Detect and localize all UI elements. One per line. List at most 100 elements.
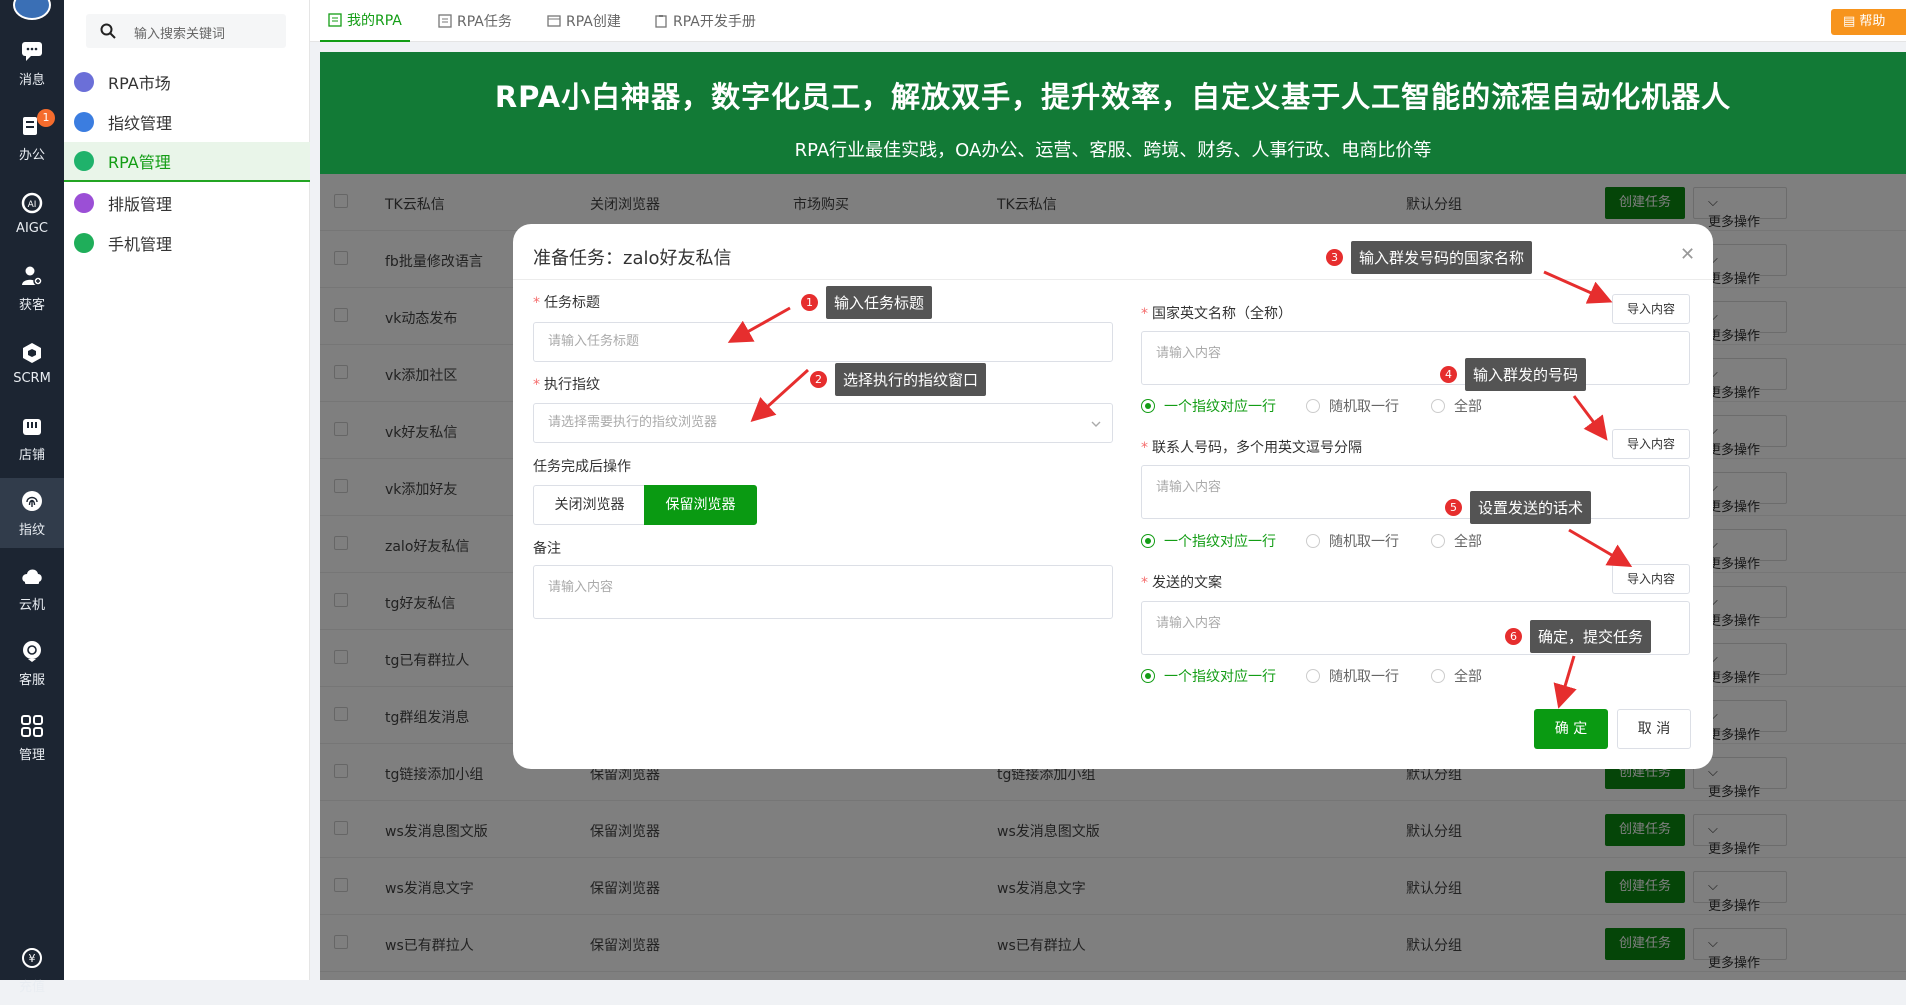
exec-fingerprint-label: * 执行指纹	[533, 377, 600, 393]
notification-badge: 1	[37, 109, 55, 127]
import-message-button[interactable]: 导入内容	[1612, 564, 1690, 594]
import-country-button[interactable]: 导入内容	[1612, 294, 1690, 324]
grid-icon	[21, 714, 43, 737]
rail-item-recharge[interactable]: ¥ 充值	[0, 935, 64, 1005]
list-icon	[438, 14, 452, 28]
rail-label: 充值	[18, 979, 45, 995]
ai-icon: AI	[21, 192, 43, 213]
tip-number: 6	[1505, 628, 1522, 645]
market-icon	[74, 72, 94, 92]
support-icon	[23, 640, 41, 662]
after-action-label: 任务完成后操作	[533, 459, 631, 475]
document-icon	[328, 13, 342, 27]
radio-one-per-fp[interactable]: 一个指纹对应一行	[1141, 531, 1276, 551]
radio-random[interactable]: 随机取一行	[1306, 396, 1399, 416]
menu-item-label: 手机管理	[108, 235, 173, 254]
menu-item-label: 排版管理	[108, 195, 173, 214]
menu-item-rpa-manage[interactable]: RPA管理	[64, 142, 310, 182]
keep-browser-option[interactable]: 保留浏览器	[644, 485, 757, 525]
radio-all[interactable]: 全部	[1431, 666, 1482, 686]
tip-number: 4	[1440, 366, 1457, 383]
tab-my-rpa[interactable]: 我的RPA	[320, 0, 410, 42]
rail-label: 客服	[18, 672, 45, 688]
radio-all[interactable]: 全部	[1431, 531, 1482, 551]
rail-item-manage[interactable]: 管理	[0, 703, 64, 773]
tip-text: 输入任务标题	[826, 286, 933, 319]
tip-5: 5 设置发送的话术	[1445, 491, 1592, 524]
tip-number: 1	[801, 294, 818, 311]
contacts-label: * 联系人号码，多个用英文逗号分隔	[1141, 440, 1362, 456]
tab-label: RPA创建	[566, 14, 621, 30]
rail-item-message[interactable]: 消息	[0, 28, 64, 98]
rail-label: SCRM	[13, 370, 51, 386]
phone-icon	[74, 233, 94, 253]
cancel-button[interactable]: 取 消	[1617, 709, 1691, 749]
search-input[interactable]: 输入搜索关键词	[86, 14, 286, 48]
fingerprint-icon	[74, 112, 94, 132]
top-tabs: 我的RPA RPA任务 RPA创建 RPA开发手册	[310, 0, 1906, 42]
cube-icon	[23, 342, 41, 363]
radio-one-per-fp[interactable]: 一个指纹对应一行	[1141, 396, 1276, 416]
dialog-title: 准备任务：zalo好友私信	[533, 248, 732, 269]
confirm-button[interactable]: 确 定	[1534, 709, 1608, 749]
tip-6: 6 确定，提交任务	[1505, 620, 1652, 653]
promo-banner: RPA小白神器，数字化员工，解放双手，提升效率，自定义基于人工智能的流程自动化机…	[320, 52, 1906, 174]
menu-item-fingerprint-manage[interactable]: 指纹管理	[64, 102, 310, 142]
rail-item-cloud[interactable]: 云机	[0, 553, 64, 623]
rail-label: AIGC	[16, 220, 48, 236]
side-menu: 输入搜索关键词 RPA市场 指纹管理 RPA管理 排版管理 手机管理	[64, 0, 310, 980]
svg-text:¥: ¥	[29, 952, 36, 965]
help-label: 帮助	[1859, 14, 1886, 29]
menu-item-phone-manage[interactable]: 手机管理	[64, 223, 310, 263]
radio-random[interactable]: 随机取一行	[1306, 531, 1399, 551]
tip-3: 3 输入群发号码的国家名称	[1326, 241, 1533, 274]
avatar[interactable]	[13, 0, 51, 20]
help-button[interactable]: ▤ 帮助	[1831, 9, 1906, 35]
search-placeholder: 输入搜索关键词	[134, 27, 226, 42]
menu-item-rpa-market[interactable]: RPA市场	[64, 62, 310, 102]
menu-item-label: RPA管理	[108, 153, 171, 172]
tab-rpa-task[interactable]: RPA任务	[430, 0, 520, 42]
menu-item-label: RPA市场	[108, 74, 171, 93]
cloud-icon	[22, 569, 42, 584]
rail-item-office[interactable]: 办公 1	[0, 103, 64, 173]
tab-rpa-manual[interactable]: RPA开发手册	[646, 0, 764, 42]
select-placeholder: 请选择需要执行的指纹浏览器	[548, 415, 718, 430]
book-icon: ▤	[1843, 14, 1860, 29]
import-contacts-button[interactable]: 导入内容	[1612, 429, 1690, 459]
recharge-icon: ¥	[22, 947, 42, 968]
close-icon[interactable]: ✕	[1680, 244, 1695, 265]
country-textarea[interactable]: 请输入内容	[1141, 331, 1690, 385]
close-browser-option[interactable]: 关闭浏览器	[533, 485, 645, 525]
tab-rpa-create[interactable]: RPA创建	[539, 0, 629, 42]
tip-4: 4 输入群发的号码	[1440, 358, 1587, 391]
create-icon	[547, 15, 561, 27]
rail-item-aigc[interactable]: AI AIGC	[0, 178, 64, 248]
search-icon	[100, 23, 116, 39]
rail-label: 管理	[18, 747, 45, 763]
rail-item-scrm[interactable]: SCRM	[0, 328, 64, 398]
task-title-label: * 任务标题	[533, 295, 600, 311]
tip-text: 输入群发的号码	[1465, 358, 1587, 391]
radio-all[interactable]: 全部	[1431, 396, 1482, 416]
user-add-icon	[22, 266, 43, 286]
remark-textarea[interactable]: 请输入内容	[533, 565, 1113, 619]
rail-item-support[interactable]: 客服	[0, 628, 64, 698]
clipboard-icon	[655, 15, 667, 28]
radio-random[interactable]: 随机取一行	[1306, 666, 1399, 686]
radio-one-per-fp[interactable]: 一个指纹对应一行	[1141, 666, 1276, 686]
menu-item-layout-manage[interactable]: 排版管理	[64, 183, 310, 223]
fingerprint-icon	[22, 490, 42, 511]
tip-1: 1 输入任务标题	[801, 286, 933, 319]
tip-text: 输入群发号码的国家名称	[1351, 241, 1533, 274]
rail-item-shop[interactable]: 店铺	[0, 403, 64, 473]
rail-item-fingerprint[interactable]: 指纹	[0, 478, 64, 548]
rpa-icon	[74, 151, 94, 171]
country-label: * 国家英文名称（全称）	[1141, 306, 1292, 322]
exec-fingerprint-select[interactable]: 请选择需要执行的指纹浏览器	[533, 403, 1113, 443]
rail-label: 云机	[18, 597, 45, 613]
task-title-input[interactable]: 请输入任务标题	[533, 322, 1113, 362]
divider	[513, 279, 1713, 280]
rail-item-acquire[interactable]: 获客	[0, 253, 64, 323]
contacts-textarea[interactable]: 请输入内容	[1141, 465, 1690, 519]
